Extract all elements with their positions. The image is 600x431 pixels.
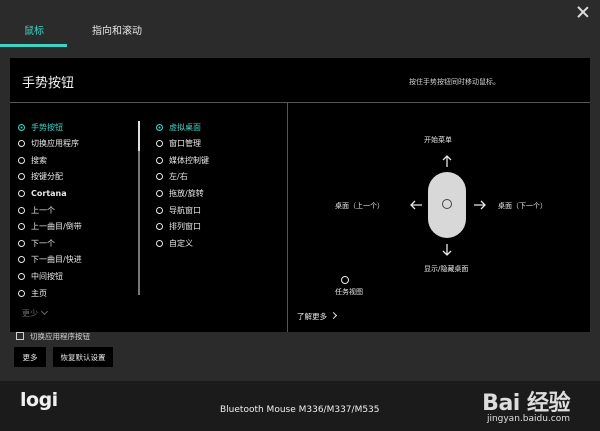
radio-icon[interactable] xyxy=(156,239,163,247)
list-item[interactable]: 导航窗口 xyxy=(156,204,201,216)
list-item[interactable]: 排列窗口 xyxy=(156,221,201,233)
list-item-label: 媒体控制键 xyxy=(169,155,209,165)
show-less-link[interactable]: 更少 xyxy=(22,308,47,319)
radio-icon[interactable] xyxy=(18,256,25,264)
list-item[interactable]: Cortana xyxy=(18,187,67,199)
radio-icon[interactable] xyxy=(18,223,25,231)
list-item[interactable]: 搜索 xyxy=(18,154,47,166)
active-tab-indicator xyxy=(0,44,67,47)
list-item[interactable]: 手势按钮 xyxy=(18,121,63,133)
radio-icon[interactable] xyxy=(156,189,163,197)
list-item-label: 左/右 xyxy=(169,172,188,182)
list-item[interactable]: 左/右 xyxy=(156,171,188,183)
list-scrollbar[interactable] xyxy=(138,121,140,295)
radio-icon[interactable] xyxy=(18,123,25,131)
baidu-watermark: Bai 经验 xyxy=(482,391,570,416)
list-item[interactable]: 下一曲目/快进 xyxy=(18,254,82,266)
radio-icon[interactable] xyxy=(18,140,25,148)
list-item-label: 窗口管理 xyxy=(169,139,201,149)
tab-bar: 鼠标 指向和滚动 xyxy=(0,0,600,48)
list-item[interactable]: 上一个 xyxy=(18,204,55,216)
radio-icon[interactable] xyxy=(156,156,163,164)
list-item[interactable]: 虚拟桌面 xyxy=(156,121,201,133)
list-item[interactable]: 切换应用程序 xyxy=(18,138,79,150)
list-item-label: 拖放/旋转 xyxy=(169,188,204,198)
radio-icon[interactable] xyxy=(18,206,25,214)
list-item-label: 切换应用程序 xyxy=(31,139,79,149)
list-item-label: 搜索 xyxy=(31,155,47,165)
arrow-left-icon xyxy=(410,200,422,210)
gesture-right-label: 桌面（下一个） xyxy=(498,202,547,210)
radio-icon[interactable] xyxy=(156,173,163,181)
gesture-panel: 手势按钮 按住手势按钮同时移动鼠标。 手势按钮切换应用程序 搜索按键分配 Corta… xyxy=(10,58,590,332)
list-item[interactable]: 下一个 xyxy=(18,237,55,249)
learn-more-link[interactable]: 了解更多 xyxy=(297,311,336,322)
list-item-label: Cortana xyxy=(31,188,67,198)
mouse-illustration xyxy=(428,172,466,238)
list-item-label: 下一曲目/快进 xyxy=(31,255,82,265)
switch-app-checkbox[interactable]: 切换应用程序按钮 xyxy=(16,332,90,340)
scrollbar-thumb[interactable] xyxy=(138,121,140,151)
list-item-label: 手势按钮 xyxy=(31,122,63,132)
list-item[interactable]: 媒体控制键 xyxy=(156,154,209,166)
list-item-label: 排列窗口 xyxy=(169,222,201,232)
list-item[interactable]: 窗口管理 xyxy=(156,138,201,150)
device-name: Bluetooth Mouse M336/M337/M535 xyxy=(220,405,380,415)
list-item-label: 自定义 xyxy=(169,238,193,248)
list-item-label: 下一个 xyxy=(31,238,55,248)
logi-logo: logi xyxy=(20,389,58,411)
list-item-label: 导航窗口 xyxy=(169,205,201,215)
list-item-label: 主页 xyxy=(31,288,47,298)
bottom-bar: logi Bluetooth Mouse M336/M337/M535 Bai … xyxy=(0,381,600,431)
radio-icon[interactable] xyxy=(18,272,25,280)
panel-title: 手势按钮 xyxy=(22,76,75,91)
radio-icon[interactable] xyxy=(156,206,163,214)
list-item-label: 按键分配 xyxy=(31,172,63,182)
gesture-down-label: 显示/隐藏桌面 xyxy=(424,265,469,273)
list-item[interactable]: 按键分配 xyxy=(18,171,63,183)
more-button[interactable]: 更多 xyxy=(14,347,46,367)
radio-icon[interactable] xyxy=(18,239,25,247)
watermark-url: jingyan.baidu.com xyxy=(486,414,570,424)
radio-icon[interactable] xyxy=(156,123,163,131)
radio-icon[interactable] xyxy=(156,140,163,148)
gesture-up-label: 开始菜单 xyxy=(424,136,452,144)
task-view-radio[interactable] xyxy=(341,276,349,284)
radio-icon[interactable] xyxy=(18,189,25,197)
list-item-label: 中间按钮 xyxy=(31,271,63,281)
arrow-down-icon xyxy=(442,244,452,256)
arrow-right-icon xyxy=(474,200,486,210)
checkbox-label: 切换应用程序按钮 xyxy=(30,332,90,340)
arrow-up-icon xyxy=(442,155,452,167)
radio-icon[interactable] xyxy=(18,173,25,181)
task-view-label: 任务视图 xyxy=(335,288,363,296)
list-item-label: 虚拟桌面 xyxy=(169,122,201,132)
list-item[interactable]: 中间按钮 xyxy=(18,270,63,282)
restore-defaults-button[interactable]: 恢复默认设置 xyxy=(53,347,113,367)
list-item-label: 上一个 xyxy=(31,205,55,215)
panel-hint: 按住手势按钮同时移动鼠标。 xyxy=(409,78,500,86)
tab-mouse[interactable]: 鼠标 xyxy=(24,22,44,37)
list-item-label: 上一曲目/倒带 xyxy=(31,222,82,232)
radio-icon[interactable] xyxy=(18,156,25,164)
list-item[interactable]: 上一曲目/倒带 xyxy=(18,221,82,233)
gesture-button-icon xyxy=(442,199,452,209)
checkbox-icon[interactable] xyxy=(16,332,24,340)
gesture-left-label: 桌面（上一个） xyxy=(335,202,384,210)
gesture-diagram: 开始菜单 桌面（上一个） 桌面（下一个） 显示/隐藏桌面 任务视图 了解更多 xyxy=(287,103,590,332)
list-item[interactable]: 主页 xyxy=(18,287,47,299)
radio-icon[interactable] xyxy=(156,223,163,231)
tab-point-scroll[interactable]: 指向和滚动 xyxy=(92,22,142,37)
radio-icon[interactable] xyxy=(18,289,25,297)
list-item[interactable]: 自定义 xyxy=(156,237,193,249)
list-item[interactable]: 拖放/旋转 xyxy=(156,187,204,199)
